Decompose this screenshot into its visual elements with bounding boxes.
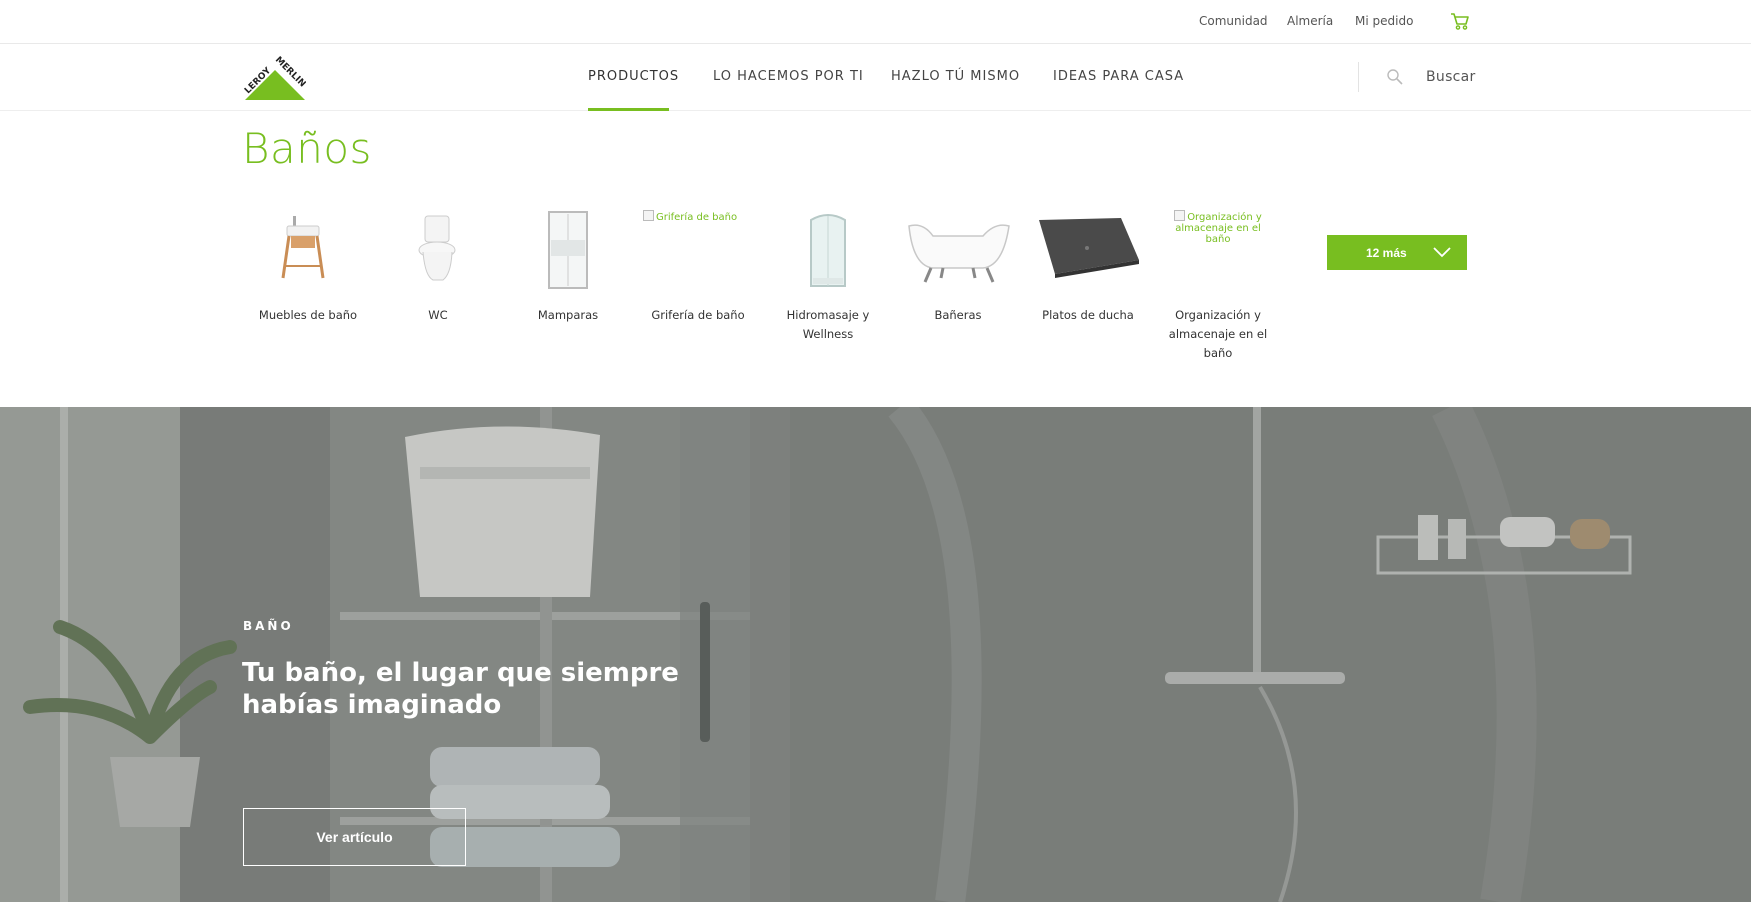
nav-productos[interactable]: PRODUCTOS <box>588 69 679 84</box>
nav-ideas-para-casa[interactable]: IDEAS PARA CASA <box>1053 69 1184 84</box>
view-article-button[interactable]: Ver artículo <box>243 808 466 866</box>
hero-kicker: BAÑO <box>243 619 294 633</box>
broken-image-icon: Organización y almacenaje en el baño <box>1174 210 1262 245</box>
active-tab-indicator <box>588 108 669 111</box>
show-more-label: 12 más <box>1366 246 1407 260</box>
category-label: Mamparas <box>537 308 599 322</box>
category-label: Bañeras <box>934 308 982 322</box>
broken-image-icon: Grifería de baño <box>643 210 753 290</box>
shower-screen-icon <box>513 210 623 290</box>
category-mamparas[interactable]: Mamparas <box>508 210 628 325</box>
store-location-link[interactable]: Almería <box>1287 14 1333 28</box>
category-wc[interactable]: WC <box>378 210 498 325</box>
category-label: Organización y almacenaje en el baño <box>1168 308 1268 360</box>
main-navigation: LEROY MERLIN PRODUCTOS LO HACEMOS POR TI… <box>0 44 1751 111</box>
divider <box>1358 62 1359 92</box>
community-link[interactable]: Comunidad <box>1199 14 1268 28</box>
vanity-unit-icon <box>253 210 363 290</box>
cart-icon[interactable] <box>1449 11 1471 31</box>
category-label: Muebles de baño <box>258 308 358 322</box>
category-baneras[interactable]: Bañeras <box>898 210 1018 325</box>
nav-lo-hacemos-por-ti[interactable]: LO HACEMOS POR TI <box>713 69 864 84</box>
shower-tray-icon <box>1033 210 1143 290</box>
show-more-categories-button[interactable]: 12 más <box>1327 235 1467 270</box>
hero-title: Tu baño, el lugar que siempre habías ima… <box>242 658 679 720</box>
category-platos-de-ducha[interactable]: Platos de ducha <box>1028 210 1148 325</box>
search-input[interactable]: Buscar <box>1426 69 1476 85</box>
shower-cabin-icon <box>773 210 883 290</box>
chevron-down-icon <box>1433 247 1451 258</box>
category-label: Platos de ducha <box>1042 308 1134 322</box>
hero-banner: BAÑO Tu baño, el lugar que siempre había… <box>0 407 1751 902</box>
category-label: Hidromasaje y Wellness <box>786 308 870 341</box>
page-title: Baños <box>242 124 372 173</box>
bathtub-icon <box>903 210 1013 290</box>
category-label: Grifería de baño <box>651 308 745 322</box>
category-muebles-de-bano[interactable]: Muebles de baño <box>248 210 368 325</box>
leroy-merlin-logo[interactable]: LEROY MERLIN <box>242 54 306 102</box>
category-griferia-de-bano[interactable]: Grifería de baño Grifería de baño <box>638 210 758 325</box>
category-organizacion-almacenaje[interactable]: Organización y almacenaje en el baño Org… <box>1158 210 1278 363</box>
my-order-link[interactable]: Mi pedido <box>1355 14 1413 28</box>
category-hidromasaje-wellness[interactable]: Hidromasaje y Wellness <box>768 210 888 344</box>
category-label: WC <box>428 308 448 322</box>
toilet-icon <box>383 210 493 290</box>
nav-hazlo-tu-mismo[interactable]: HAZLO TÚ MISMO <box>891 69 1020 84</box>
search-icon[interactable] <box>1386 68 1404 86</box>
utility-bar: Comunidad Almería Mi pedido <box>0 0 1751 44</box>
